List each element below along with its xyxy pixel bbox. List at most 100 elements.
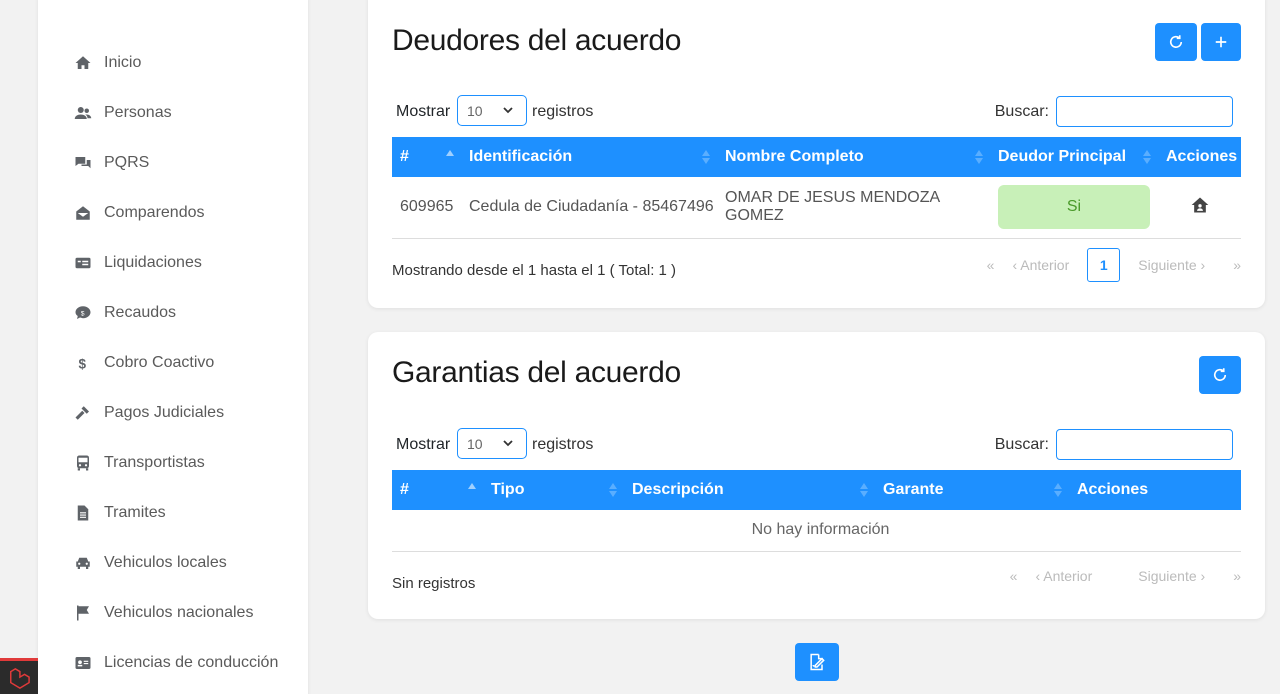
home-icon: [72, 52, 94, 74]
pager-next[interactable]: Siguiente ›: [1138, 568, 1205, 584]
sidebar-item-label: Cobro Coactivo: [104, 354, 215, 371]
sidebar-item-pagos-judiciales[interactable]: Pagos Judiciales: [38, 388, 308, 438]
deudores-refresh-button[interactable]: [1155, 23, 1197, 61]
bus-icon: [72, 452, 94, 474]
pager-first[interactable]: «: [987, 257, 995, 273]
mostrar-label: Mostrar: [396, 436, 451, 453]
id-card-icon: [72, 652, 94, 674]
cell-acciones: [1158, 177, 1241, 239]
pager-current-page[interactable]: 1: [1087, 248, 1121, 282]
sidebar-item-vehiculos-locales[interactable]: Vehiculos locales: [38, 538, 308, 588]
sidebar-item-comparendos[interactable]: Comparendos: [38, 188, 308, 238]
pager-first[interactable]: «: [1010, 568, 1018, 584]
sidebar-item-label: Transportistas: [104, 454, 205, 471]
sort-icon: [975, 150, 983, 164]
garantias-card: Garantias del acuerdo Mostrar 10 registr…: [368, 332, 1265, 619]
laravel-logo[interactable]: [0, 658, 38, 694]
cell-principal: Si: [990, 177, 1158, 239]
page-size-select[interactable]: 10: [457, 95, 527, 126]
sidebar-item-transportistas[interactable]: Transportistas: [38, 438, 308, 488]
sidebar-item-licencias[interactable]: Licencias de conducción: [38, 638, 308, 688]
pager-prev[interactable]: ‹ Anterior: [1035, 568, 1092, 584]
col-garante-header[interactable]: Garante: [875, 470, 1069, 510]
col-id-header[interactable]: #: [392, 137, 461, 177]
comments-icon: [72, 152, 94, 174]
sidebar-item-recaudos[interactable]: $ Recaudos: [38, 288, 308, 338]
money-bill-icon: [72, 252, 94, 274]
plus-icon: [1215, 36, 1227, 48]
col-id-header[interactable]: #: [392, 470, 483, 510]
garantias-table: # Tipo Descripción Garante Acciones No h…: [392, 470, 1241, 552]
garantias-refresh-button[interactable]: [1199, 356, 1241, 394]
registros-label: registros: [532, 436, 594, 453]
comment-dollar-icon: $: [72, 302, 94, 324]
page-size-value: 10: [467, 102, 483, 119]
principal-badge: Si: [998, 185, 1150, 230]
garantias-pagination: « ‹ Anterior Siguiente › »: [992, 568, 1241, 584]
garantias-title: Garantias del acuerdo: [392, 356, 681, 389]
sidebar-item-label: PQRS: [104, 154, 150, 171]
registros-label: registros: [532, 103, 594, 120]
sidebar-item-personas[interactable]: Personas: [38, 88, 308, 138]
envelope-open-icon: [72, 202, 94, 224]
sidebar-item-label: Vehiculos nacionales: [104, 604, 254, 621]
col-identificacion-header[interactable]: Identificación: [461, 137, 717, 177]
empty-row: No hay información: [392, 510, 1241, 552]
buscar-label: Buscar:: [994, 436, 1049, 453]
sidebar-item-inicio[interactable]: Inicio: [38, 38, 308, 88]
car-icon: [72, 552, 94, 574]
sidebar-item-label: Vehiculos locales: [104, 554, 227, 571]
file-signature-icon: [810, 653, 825, 671]
sidebar-item-label: Inicio: [104, 54, 142, 71]
refresh-icon: [1169, 35, 1183, 48]
cell-id: 609965: [392, 177, 461, 239]
sort-asc-icon: [468, 483, 476, 489]
sort-icon: [1054, 483, 1062, 497]
sidebar-item-label: Comparendos: [104, 204, 205, 221]
flag-icon: [72, 602, 94, 624]
search-input[interactable]: [1056, 96, 1233, 127]
sidebar-item-pqrs[interactable]: PQRS: [38, 138, 308, 188]
pager-next[interactable]: Siguiente ›: [1138, 257, 1205, 273]
refresh-icon: [1213, 368, 1227, 381]
svg-text:$: $: [79, 356, 87, 371]
deudores-table: # Identificación Nombre Completo Deudor …: [392, 137, 1241, 239]
sidebar-item-vehiculos-nacionales[interactable]: Vehiculos nacionales: [38, 588, 308, 638]
sidebar-item-liquidaciones[interactable]: Liquidaciones: [38, 238, 308, 288]
sidebar: Inicio Personas PQRS Comparendos Liquida…: [38, 0, 308, 694]
page-size-value: 10: [467, 435, 483, 452]
sort-icon: [860, 483, 868, 497]
empty-message: No hay información: [392, 510, 1241, 552]
col-nombre-header[interactable]: Nombre Completo: [717, 137, 990, 177]
sidebar-nav: Inicio Personas PQRS Comparendos Liquida…: [38, 38, 308, 688]
deudores-add-button[interactable]: [1201, 23, 1241, 61]
pager-prev[interactable]: ‹ Anterior: [1012, 257, 1069, 273]
col-tipo-header[interactable]: Tipo: [483, 470, 624, 510]
sort-icon: [702, 150, 710, 164]
file-icon: [72, 502, 94, 524]
sidebar-item-tramites[interactable]: Tramites: [38, 488, 308, 538]
search-input[interactable]: [1056, 429, 1233, 460]
table-row: 609965 Cedula de Ciudadanía - 85467496 O…: [392, 177, 1241, 239]
house-user-icon[interactable]: [1190, 195, 1210, 220]
sidebar-item-label: Liquidaciones: [104, 254, 202, 271]
col-principal-header[interactable]: Deudor Principal: [990, 137, 1158, 177]
sidebar-item-label: Pagos Judiciales: [104, 404, 225, 421]
sort-icon: [609, 483, 617, 497]
sort-icon: [1143, 150, 1151, 164]
col-descripcion-header[interactable]: Descripción: [624, 470, 875, 510]
pager-last[interactable]: »: [1233, 568, 1241, 584]
sign-document-button[interactable]: [795, 643, 839, 681]
sidebar-item-cobro-coactivo[interactable]: $ Cobro Coactivo: [38, 338, 308, 388]
col-acciones-header: Acciones: [1077, 481, 1149, 498]
sidebar-item-label: Licencias de conducción: [104, 654, 279, 671]
pager-last[interactable]: »: [1233, 257, 1241, 273]
deudores-controls: Mostrar 10 registros Buscar:: [396, 95, 1237, 128]
page-size-select[interactable]: 10: [457, 428, 527, 459]
buscar-label: Buscar:: [994, 103, 1049, 120]
deudores-pagination: « ‹ Anterior 1 Siguiente › »: [969, 248, 1241, 282]
cell-nombre: OMAR DE JESUS MENDOZA GOMEZ: [717, 177, 990, 239]
chevron-down-icon: [503, 107, 513, 114]
gavel-icon: [72, 402, 94, 424]
deudores-card: Deudores del acuerdo Mostrar 10 registro…: [368, 0, 1265, 308]
